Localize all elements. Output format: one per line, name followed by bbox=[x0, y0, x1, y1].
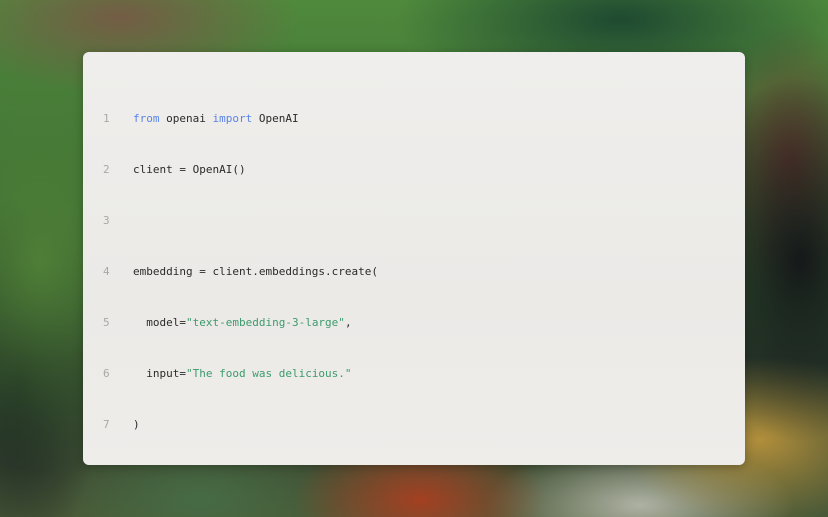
code-token: openai bbox=[159, 112, 213, 125]
code-token: , bbox=[344, 316, 352, 329]
code-line-5: 5 model="text-embedding-3-large", bbox=[103, 314, 725, 331]
code-token: embedding = client.embeddings.create( bbox=[133, 265, 379, 278]
code-line-3: 3 bbox=[103, 212, 725, 229]
string-token: "The food was delicious." bbox=[185, 367, 352, 380]
code-token: input= bbox=[133, 367, 186, 380]
code-token: model= bbox=[133, 316, 186, 329]
code-text: input="The food was delicious." bbox=[133, 365, 725, 382]
code-text: from openai import OpenAI bbox=[133, 110, 725, 127]
code-block[interactable]: 1 from openai import OpenAI 2 client = O… bbox=[103, 76, 725, 467]
code-line-2: 2 client = OpenAI() bbox=[103, 161, 725, 178]
code-text: client = OpenAI() bbox=[133, 161, 725, 178]
line-number: 2 bbox=[103, 163, 110, 176]
line-number: 5 bbox=[103, 316, 110, 329]
code-token: ) bbox=[133, 418, 140, 431]
line-number: 6 bbox=[103, 367, 110, 380]
code-token: OpenAI bbox=[252, 112, 299, 125]
line-number: 3 bbox=[103, 214, 110, 227]
keyword-token: import bbox=[212, 112, 253, 125]
code-snippet-card: 1 from openai import OpenAI 2 client = O… bbox=[83, 52, 745, 465]
line-number: 4 bbox=[103, 265, 110, 278]
line-number: 1 bbox=[103, 112, 110, 125]
keyword-token: from bbox=[133, 112, 160, 125]
code-text: model="text-embedding-3-large", bbox=[133, 314, 725, 331]
code-token: client = OpenAI() bbox=[133, 163, 246, 176]
code-line-1: 1 from openai import OpenAI bbox=[103, 110, 725, 127]
code-line-7: 7 ) bbox=[103, 416, 725, 433]
code-line-4: 4 embedding = client.embeddings.create( bbox=[103, 263, 725, 280]
code-line-6: 6 input="The food was delicious." bbox=[103, 365, 725, 382]
code-text: ) bbox=[133, 416, 725, 433]
string-token: "text-embedding-3-large" bbox=[185, 316, 345, 329]
code-text: embedding = client.embeddings.create( bbox=[133, 263, 725, 280]
line-number: 7 bbox=[103, 418, 110, 431]
